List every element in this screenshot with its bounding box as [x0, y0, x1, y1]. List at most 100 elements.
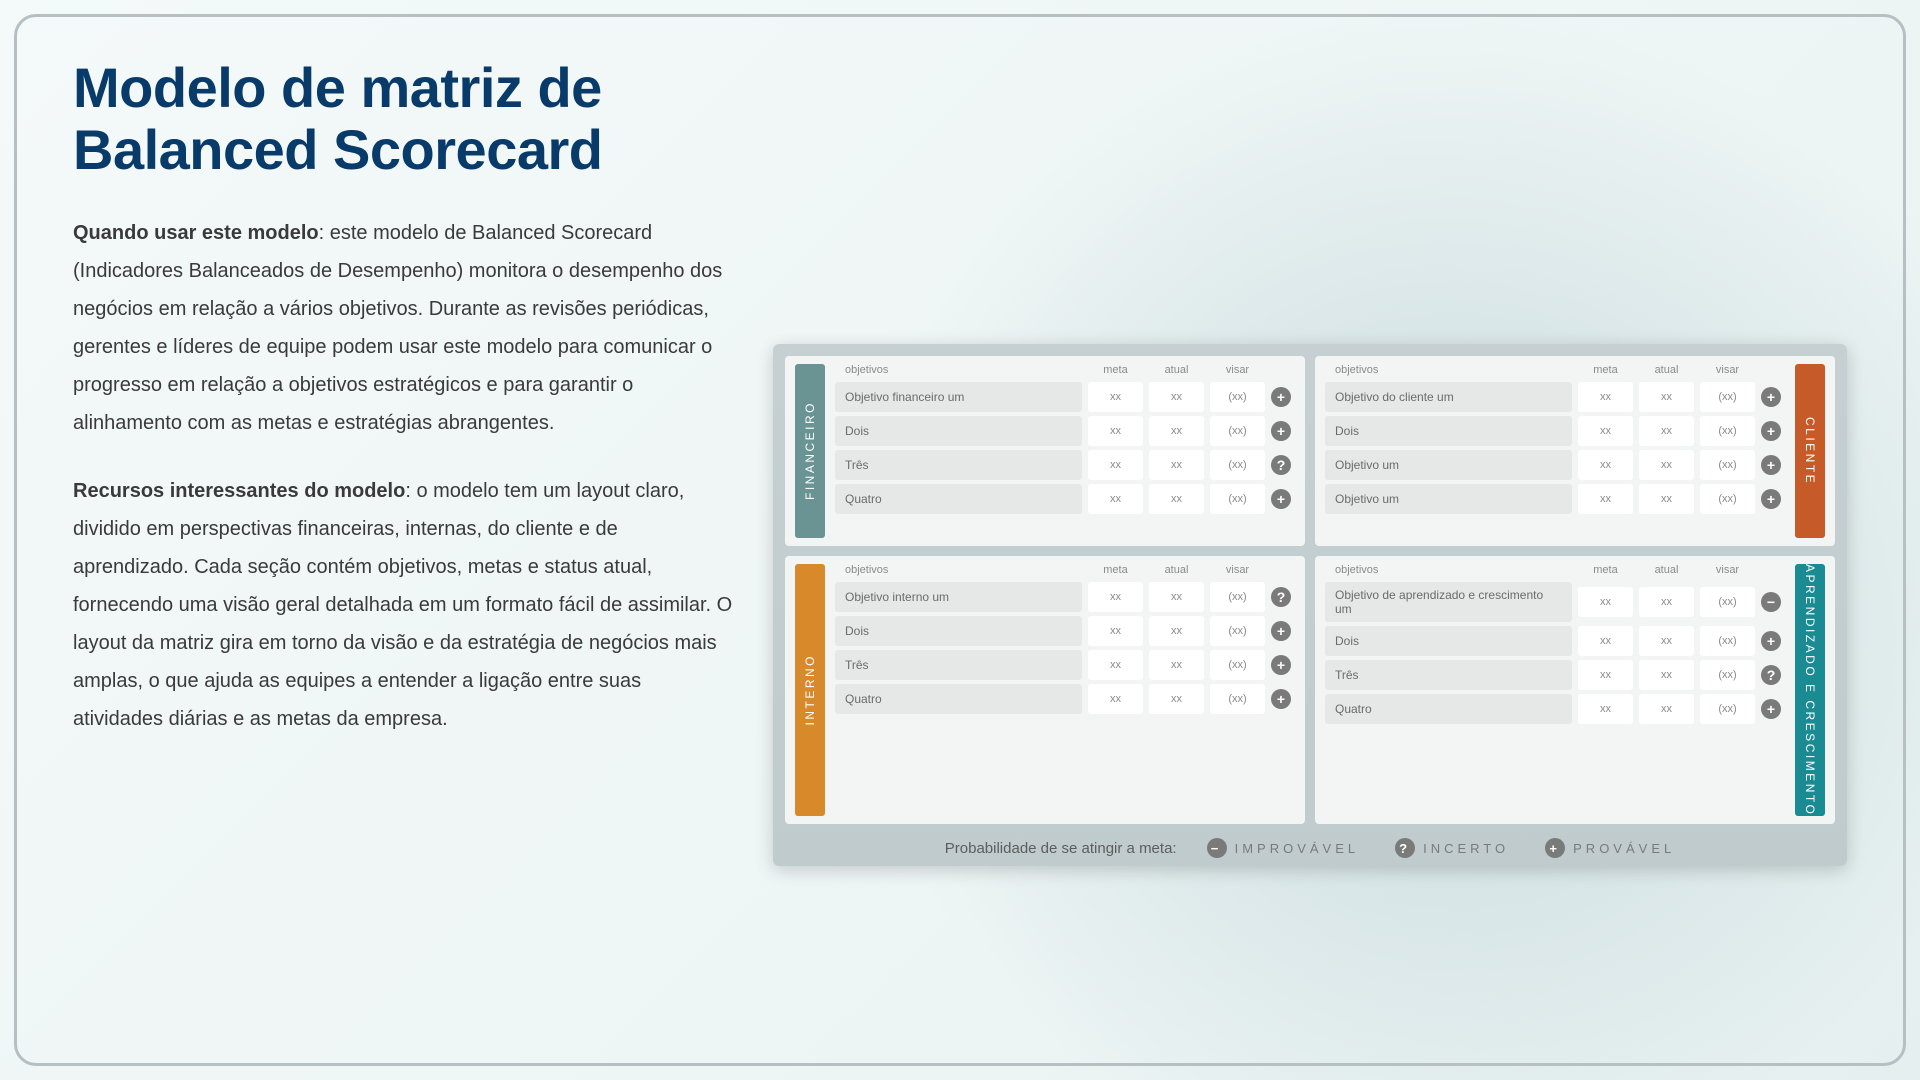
legend-item-question: ?INCERTO [1395, 838, 1509, 858]
plus-icon: + [1271, 387, 1291, 407]
question-icon: ? [1271, 587, 1291, 607]
value-atual: xx [1639, 694, 1694, 724]
value-visar: (xx) [1700, 660, 1755, 690]
value-meta: xx [1578, 587, 1633, 617]
objective-row: Objetivo financeiro umxxxx(xx)+ [835, 382, 1295, 412]
column-headers: objetivosmetaatualvisar [1325, 364, 1785, 378]
quadrant-interno: INTERNOobjetivosmetaatualvisarObjetivo i… [785, 556, 1305, 824]
quadrant-financeiro: FINANCEIROobjetivosmetaatualvisarObjetiv… [785, 356, 1305, 546]
objective-row: Trêsxxxx(xx)? [835, 450, 1295, 480]
value-meta: xx [1088, 382, 1143, 412]
objective-row: Doisxxxx(xx)+ [1325, 626, 1785, 656]
para1-body: : este modelo de Balanced Scorecard (Ind… [73, 222, 722, 434]
header-atual: atual [1639, 364, 1694, 378]
header-meta: meta [1088, 364, 1143, 378]
legend-text: PROVÁVEL [1573, 841, 1675, 856]
legend-item-plus: + PROVÁVEL [1545, 838, 1675, 858]
value-atual: xx [1149, 616, 1204, 646]
objective-cell: Objetivo um [1325, 450, 1572, 480]
objective-cell: Dois [1325, 416, 1572, 446]
objective-cell: Objetivo de aprendizado e crescimento um [1325, 582, 1572, 622]
plus-icon: + [1271, 421, 1291, 441]
objective-cell: Objetivo um [1325, 484, 1572, 514]
header-visar: visar [1700, 564, 1755, 578]
minus-icon: − [1761, 592, 1781, 612]
value-atual: xx [1639, 382, 1694, 412]
value-visar: (xx) [1700, 587, 1755, 617]
quadrant-grid: FINANCEIRO objetivos meta atual visar Objetiv… [785, 356, 1835, 824]
slide-frame: Modelo de matriz de Balanced Scorecard Q… [14, 14, 1906, 1066]
value-meta: xx [1088, 616, 1143, 646]
plus-icon: + [1545, 838, 1565, 858]
objective-cell: Objetivo financeiro um [835, 382, 1082, 412]
header-meta: meta [1578, 564, 1633, 578]
objective-row: Doisxxxx(xx)+ [835, 616, 1295, 646]
header-atual: atual [1149, 364, 1204, 378]
value-atual: xx [1149, 582, 1204, 612]
question-icon: ? [1761, 665, 1781, 685]
header-atual: atual [1639, 564, 1694, 578]
value-visar: (xx) [1700, 484, 1755, 514]
value-atual: xx [1639, 484, 1694, 514]
plus-icon: + [1761, 455, 1781, 475]
value-atual: xx [1149, 450, 1204, 480]
value-visar: (xx) [1700, 626, 1755, 656]
value-meta: xx [1088, 582, 1143, 612]
value-meta: xx [1578, 484, 1633, 514]
value-atual: xx [1639, 450, 1694, 480]
value-meta: xx [1578, 382, 1633, 412]
question-icon: ? [1271, 455, 1291, 475]
quadrant-rows: objetivosmetaatualvisarObjetivo financei… [835, 364, 1295, 538]
value-meta: xx [1578, 694, 1633, 724]
plus-icon: + [1761, 631, 1781, 651]
value-meta: xx [1088, 484, 1143, 514]
question-icon: ? [1395, 838, 1415, 858]
legend-items: −IMPROVÁVEL?INCERTO+PROVÁVEL [1207, 838, 1676, 858]
objective-cell: Dois [835, 416, 1082, 446]
objective-row: Objetivo do cliente umxxxx(xx)+ [1325, 382, 1785, 412]
objective-row: Objetivo umxxxx(xx)+ [1325, 450, 1785, 480]
objective-row: Objetivo interno umxxxx(xx)? [835, 582, 1295, 612]
value-visar: (xx) [1210, 616, 1265, 646]
legend-label: Probabilidade de se atingir a meta: [945, 840, 1177, 857]
value-meta: xx [1578, 626, 1633, 656]
value-meta: xx [1088, 650, 1143, 680]
value-meta: xx [1088, 684, 1143, 714]
header-meta: meta [1578, 364, 1633, 378]
value-visar: (xx) [1210, 484, 1265, 514]
value-atual: xx [1149, 416, 1204, 446]
value-meta: xx [1088, 416, 1143, 446]
header-obj: objetivos [1325, 364, 1572, 378]
value-atual: xx [1639, 660, 1694, 690]
left-column: Modelo de matriz de Balanced Scorecard Q… [73, 57, 733, 1033]
scorecard-matrix: FINANCEIRO objetivos meta atual visar Objetiv… [773, 344, 1847, 866]
quadrant-tab-label: APRENDIZADO E CRESCIMENTO [1803, 564, 1817, 816]
quadrant-tab-aprendizado: APRENDIZADO E CRESCIMENTO [1795, 564, 1825, 816]
para2-lead: Recursos interessantes do modelo [73, 480, 405, 502]
plus-icon: + [1761, 699, 1781, 719]
objective-cell: Três [1325, 660, 1572, 690]
quadrant-tab-label: FINANCEIRO [803, 401, 817, 500]
value-visar: (xx) [1210, 684, 1265, 714]
plus-icon: + [1761, 489, 1781, 509]
plus-icon: + [1271, 621, 1291, 641]
plus-icon: + [1271, 689, 1291, 709]
value-meta: xx [1578, 416, 1633, 446]
legend: Probabilidade de se atingir a meta: −IMP… [785, 824, 1835, 858]
value-atual: xx [1639, 587, 1694, 617]
header-obj: objetivos [1325, 564, 1572, 578]
paragraph-features: Recursos interessantes do modelo: o mode… [73, 472, 733, 738]
quadrant-rows: objetivos meta atual visar Objetivo de apren… [1325, 564, 1785, 816]
minus-icon: − [1207, 838, 1227, 858]
plus-icon: + [1271, 489, 1291, 509]
quadrant-tab-label: INTERNO [803, 654, 817, 726]
objective-cell: Três [835, 450, 1082, 480]
value-atual: xx [1149, 484, 1204, 514]
quadrant-tab-cliente: CLIENTE [1795, 364, 1825, 538]
column-headers: objetivosmetaatualvisar [835, 364, 1295, 378]
objective-cell: Quatro [1325, 694, 1572, 724]
plus-icon: + [1761, 421, 1781, 441]
value-atual: xx [1149, 650, 1204, 680]
objective-row: Quatroxxxx(xx)+ [1325, 694, 1785, 724]
quadrant-tab-financeiro: FINANCEIRO [795, 364, 825, 538]
